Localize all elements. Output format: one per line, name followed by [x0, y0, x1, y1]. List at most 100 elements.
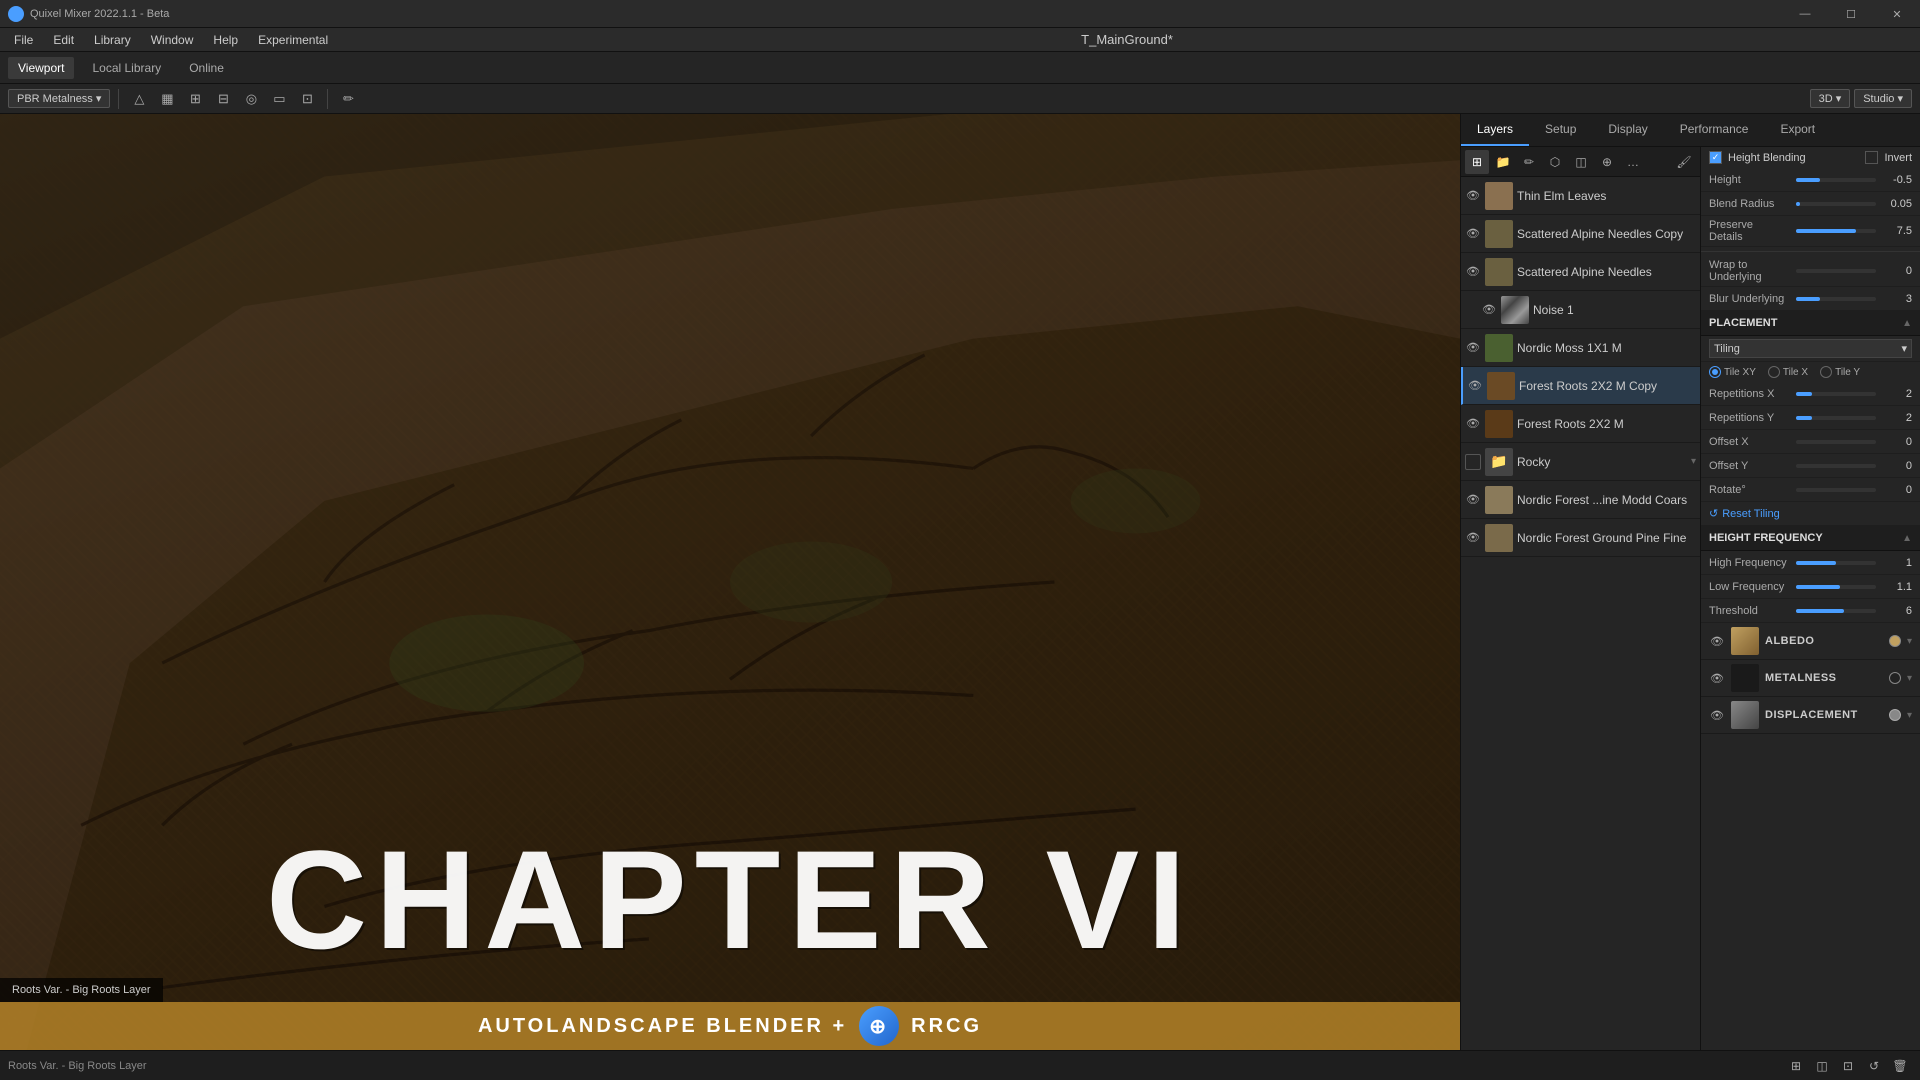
view-sphere-icon[interactable]: ◎: [239, 87, 263, 111]
paint-icon[interactable]: ✏: [336, 87, 360, 111]
layer-scattered-copy[interactable]: 👁 Scattered Alpine Needles Copy: [1461, 215, 1700, 253]
tab-setup[interactable]: Setup: [1529, 114, 1592, 146]
tab-display[interactable]: Display: [1592, 114, 1663, 146]
view-custom-icon[interactable]: ⊡: [295, 87, 319, 111]
bottom-icon-3[interactable]: ⊡: [1836, 1054, 1860, 1078]
view-2d-icon[interactable]: ▦: [155, 87, 179, 111]
layer-effect-button[interactable]: ◫: [1569, 150, 1593, 174]
menu-help[interactable]: Help: [203, 31, 248, 49]
rep-y-slider[interactable]: [1796, 416, 1877, 420]
eye-scattered-copy[interactable]: 👁: [1465, 226, 1481, 242]
height-freq-collapse-icon[interactable]: ▲: [1902, 533, 1912, 544]
eye-nordic-forest-pine[interactable]: 👁: [1465, 530, 1481, 546]
menu-experimental[interactable]: Experimental: [248, 31, 338, 49]
bottom-icon-2[interactable]: ◫: [1810, 1054, 1834, 1078]
height-frequency-header[interactable]: HEIGHT FREQUENCY ▲: [1701, 526, 1920, 551]
bottom-icon-5[interactable]: 🗑: [1888, 1054, 1912, 1078]
reset-tiling-button[interactable]: Reset Tiling: [1722, 508, 1779, 520]
offset-y-slider[interactable]: [1796, 464, 1877, 468]
layer-rocky-folder[interactable]: 📁 Rocky ▾: [1461, 443, 1700, 481]
metalness-chevron-icon[interactable]: ▾: [1907, 673, 1912, 684]
layer-noise-1[interactable]: 👁 Noise 1: [1461, 291, 1700, 329]
studio-mode-selector[interactable]: Studio ▾: [1854, 89, 1912, 108]
eye-thin-elm[interactable]: 👁: [1465, 188, 1481, 204]
menu-file[interactable]: File: [4, 31, 43, 49]
radio-tile-y[interactable]: Tile Y: [1820, 366, 1860, 378]
tab-viewport[interactable]: Viewport: [8, 57, 74, 79]
eye-displacement[interactable]: 👁: [1709, 707, 1725, 723]
bottom-icon-1[interactable]: ⊞: [1784, 1054, 1808, 1078]
expand-rocky[interactable]: ▾: [1691, 456, 1696, 467]
viewport[interactable]: CHAPTER VI Roots Var. - Big Roots Layer …: [0, 114, 1460, 1050]
metalness-color-dot[interactable]: [1889, 672, 1901, 684]
wrap-underlying-slider[interactable]: [1796, 269, 1877, 273]
layer-more-button[interactable]: …: [1621, 150, 1645, 174]
layer-scattered-alpine[interactable]: 👁 Scattered Alpine Needles: [1461, 253, 1700, 291]
tiling-select[interactable]: Tiling ▾: [1709, 339, 1912, 358]
menu-library[interactable]: Library: [84, 31, 141, 49]
eye-forest-roots-copy[interactable]: 👁: [1467, 378, 1483, 394]
channel-metalness-row[interactable]: 👁 METALNESS ▾: [1701, 660, 1920, 697]
close-button[interactable]: ✕: [1874, 0, 1920, 28]
blend-radius-slider[interactable]: [1796, 202, 1877, 206]
height-slider[interactable]: [1796, 178, 1877, 182]
blur-underlying-slider[interactable]: [1796, 297, 1877, 301]
add-paint-button[interactable]: ✏: [1517, 150, 1541, 174]
offset-x-slider[interactable]: [1796, 440, 1877, 444]
material-mode-selector[interactable]: PBR Metalness ▾: [8, 89, 110, 108]
radio-tile-x[interactable]: Tile X: [1768, 366, 1808, 378]
layer-forest-roots-copy[interactable]: 👁 Forest Roots 2X2 M Copy: [1461, 367, 1700, 405]
layer-forest-roots[interactable]: 👁 Forest Roots 2X2 M: [1461, 405, 1700, 443]
tab-layers[interactable]: Layers: [1461, 114, 1529, 146]
rep-x-slider[interactable]: [1796, 392, 1877, 396]
check-rocky[interactable]: [1465, 454, 1481, 470]
albedo-chevron-icon[interactable]: ▾: [1907, 636, 1912, 647]
3d-mode-selector[interactable]: 3D ▾: [1810, 89, 1851, 108]
eye-metalness[interactable]: 👁: [1709, 670, 1725, 686]
add-folder-button[interactable]: 📁: [1491, 150, 1515, 174]
view-grid-icon[interactable]: ⊞: [183, 87, 207, 111]
view-tiles-icon[interactable]: ⊟: [211, 87, 235, 111]
eye-scattered-alpine[interactable]: 👁: [1465, 264, 1481, 280]
placement-header[interactable]: PLACEMENT ▲: [1701, 311, 1920, 336]
height-blending-checkbox[interactable]: ✓: [1709, 151, 1722, 164]
invert-checkbox[interactable]: [1865, 151, 1878, 164]
albedo-color-dot[interactable]: [1889, 635, 1901, 647]
layer-nordic-forest-pine[interactable]: 👁 Nordic Forest Ground Pine Fine: [1461, 519, 1700, 557]
layer-nordic-moss[interactable]: 👁 Nordic Moss 1X1 M: [1461, 329, 1700, 367]
low-freq-slider[interactable]: [1796, 585, 1877, 589]
add-layer-button[interactable]: ⊞: [1465, 150, 1489, 174]
eye-noise-1[interactable]: 👁: [1481, 302, 1497, 318]
menu-edit[interactable]: Edit: [43, 31, 84, 49]
displacement-color-dot[interactable]: [1889, 709, 1901, 721]
eye-albedo[interactable]: 👁: [1709, 633, 1725, 649]
maximize-button[interactable]: ☐: [1828, 0, 1874, 28]
tab-performance[interactable]: Performance: [1664, 114, 1765, 146]
threshold-slider[interactable]: [1796, 609, 1877, 613]
preserve-details-slider[interactable]: [1796, 229, 1877, 233]
layer-type-button[interactable]: ⬡: [1543, 150, 1567, 174]
minimize-button[interactable]: —: [1782, 0, 1828, 28]
view-plane-icon[interactable]: ▭: [267, 87, 291, 111]
radio-tile-xy[interactable]: Tile XY: [1709, 366, 1756, 378]
tab-online[interactable]: Online: [179, 57, 234, 79]
menu-window[interactable]: Window: [141, 31, 204, 49]
channel-displacement-row[interactable]: 👁 DISPLACEMENT ▾: [1701, 697, 1920, 734]
layer-thin-elm-leaves[interactable]: 👁 Thin Elm Leaves: [1461, 177, 1700, 215]
eye-nordic-forest-coars[interactable]: 👁: [1465, 492, 1481, 508]
tab-export[interactable]: Export: [1764, 114, 1831, 146]
displacement-chevron-icon[interactable]: ▾: [1907, 710, 1912, 721]
channel-albedo-row[interactable]: 👁 ALBEDO ▾: [1701, 623, 1920, 660]
eye-forest-roots[interactable]: 👁: [1465, 416, 1481, 432]
rotate-slider[interactable]: [1796, 488, 1877, 492]
reset-tiling-icon[interactable]: ↺: [1709, 507, 1718, 520]
high-freq-slider[interactable]: [1796, 561, 1877, 565]
layer-mask-button[interactable]: ⊕: [1595, 150, 1619, 174]
paint-brush-icon[interactable]: 🖌: [1672, 150, 1696, 174]
eye-nordic-moss[interactable]: 👁: [1465, 340, 1481, 356]
placement-collapse-icon[interactable]: ▲: [1902, 318, 1912, 329]
layer-nordic-forest-coars[interactable]: 👁 Nordic Forest ...ine Modd Coars: [1461, 481, 1700, 519]
shape-sphere-icon[interactable]: △: [127, 87, 151, 111]
bottom-icon-4[interactable]: ↺: [1862, 1054, 1886, 1078]
tab-local-library[interactable]: Local Library: [82, 57, 171, 79]
